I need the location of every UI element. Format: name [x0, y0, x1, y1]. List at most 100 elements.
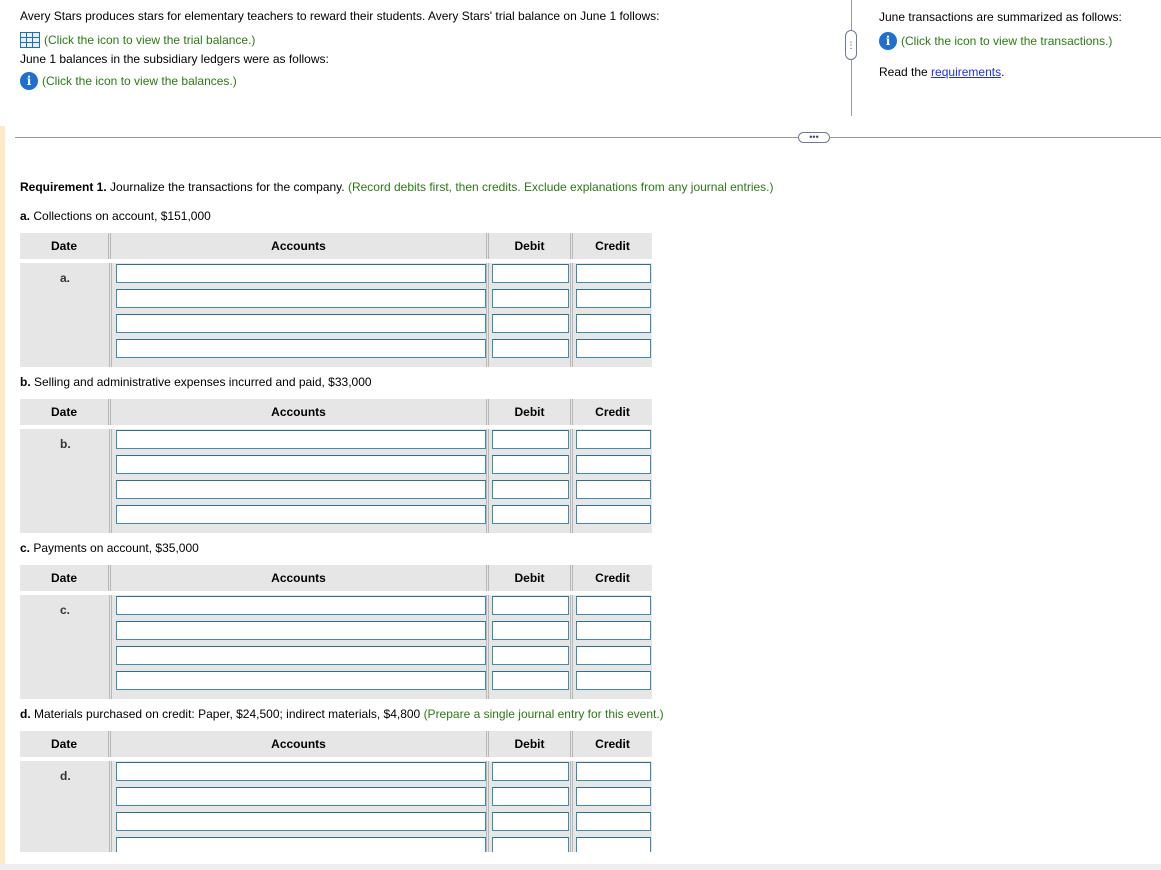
table-header: Date Accounts Debit Credit — [20, 731, 652, 757]
table-header: Date Accounts Debit Credit — [20, 399, 652, 425]
debit-input[interactable] — [492, 596, 569, 615]
debit-input[interactable] — [492, 621, 569, 640]
account-input[interactable] — [116, 430, 486, 449]
account-input[interactable] — [116, 339, 486, 358]
journal-table-b: Date Accounts Debit Credit b. — [20, 399, 652, 533]
table-body: c. — [20, 595, 652, 699]
date-header: Date — [20, 233, 111, 259]
info-icon[interactable]: i — [879, 32, 897, 50]
date-cell: a. — [60, 271, 71, 285]
credit-input[interactable] — [576, 314, 651, 333]
credit-input[interactable] — [576, 646, 651, 665]
account-input[interactable] — [116, 812, 486, 831]
intro-text-1: Avery Stars produces stars for elementar… — [20, 9, 660, 23]
credit-input[interactable] — [576, 455, 651, 474]
transaction-c-label: c. Payments on account, $35,000 — [20, 541, 199, 555]
table-body: d. — [20, 761, 652, 852]
account-input[interactable] — [116, 621, 486, 640]
date-cell: b. — [60, 437, 71, 451]
transaction-d-label: d. Materials purchased on credit: Paper,… — [20, 707, 664, 721]
table-body: b. — [20, 429, 652, 533]
account-input[interactable] — [116, 596, 486, 615]
credit-input[interactable] — [576, 671, 651, 690]
trial-balance-link[interactable]: (Click the icon to view the trial balanc… — [20, 30, 840, 50]
debit-input[interactable] — [492, 314, 569, 333]
debit-input[interactable] — [492, 339, 569, 358]
account-input[interactable] — [116, 646, 486, 665]
credit-input[interactable] — [576, 480, 651, 499]
credit-input[interactable] — [576, 762, 651, 781]
account-input[interactable] — [116, 455, 486, 474]
trial-balance-link-text[interactable]: (Click the icon to view the trial balanc… — [44, 34, 255, 46]
table-header: Date Accounts Debit Credit — [20, 565, 652, 591]
debit-input[interactable] — [492, 787, 569, 806]
debit-header: Debit — [489, 731, 573, 757]
credit-input[interactable] — [576, 430, 651, 449]
horizontal-resize-handle[interactable]: ••• — [798, 132, 830, 143]
credit-input[interactable] — [576, 787, 651, 806]
debit-header: Debit — [489, 399, 573, 425]
account-input[interactable] — [116, 289, 486, 308]
intro-text-2: June 1 balances in the subsidiary ledger… — [20, 52, 329, 66]
date-header: Date — [20, 565, 111, 591]
date-cell: c. — [60, 603, 71, 617]
debit-header: Debit — [489, 233, 573, 259]
account-input[interactable] — [116, 264, 486, 283]
credit-input[interactable] — [576, 837, 651, 852]
journal-table-d: Date Accounts Debit Credit d. — [20, 731, 652, 852]
debit-input[interactable] — [492, 762, 569, 781]
debit-input[interactable] — [492, 289, 569, 308]
account-input[interactable] — [116, 505, 486, 524]
account-input[interactable] — [116, 837, 486, 852]
vertical-resize-handle[interactable]: ⋮ — [845, 30, 857, 60]
balances-link-text[interactable]: (Click the icon to view the balances.) — [42, 75, 237, 87]
date-header: Date — [20, 399, 111, 425]
table-header: Date Accounts Debit Credit — [20, 233, 652, 259]
journal-table-c: Date Accounts Debit Credit c. — [20, 565, 652, 699]
credit-header: Credit — [595, 405, 630, 419]
credit-input[interactable] — [576, 264, 651, 283]
account-input[interactable] — [116, 671, 486, 690]
account-input[interactable] — [116, 480, 486, 499]
debit-input[interactable] — [492, 671, 569, 690]
transactions-link[interactable]: i (Click the icon to view the transactio… — [879, 30, 1159, 52]
credit-input[interactable] — [576, 621, 651, 640]
info-icon[interactable]: i — [20, 72, 38, 90]
accounts-header: Accounts — [111, 565, 489, 591]
credit-input[interactable] — [576, 339, 651, 358]
side-panel: June transactions are summarized as foll… — [879, 10, 1159, 79]
debit-input[interactable] — [492, 812, 569, 831]
debit-input[interactable] — [492, 837, 569, 852]
debit-input[interactable] — [492, 505, 569, 524]
transaction-a-label: a. Collections on account, $151,000 — [20, 209, 211, 223]
credit-input[interactable] — [576, 812, 651, 831]
credit-input[interactable] — [576, 505, 651, 524]
left-accent-bar — [0, 126, 5, 870]
account-input[interactable] — [116, 314, 486, 333]
balances-link[interactable]: i (Click the icon to view the balances.) — [20, 70, 840, 92]
debit-input[interactable] — [492, 646, 569, 665]
account-input[interactable] — [116, 787, 486, 806]
bottom-scroll-area — [0, 864, 1161, 870]
accounts-header: Accounts — [111, 399, 489, 425]
credit-header: Credit — [595, 239, 630, 253]
transactions-link-text[interactable]: (Click the icon to view the transactions… — [901, 34, 1112, 48]
account-input[interactable] — [116, 762, 486, 781]
credit-header: Credit — [595, 571, 630, 585]
problem-intro: Avery Stars produces stars for elementar… — [20, 10, 840, 92]
credit-input[interactable] — [576, 596, 651, 615]
debit-input[interactable] — [492, 264, 569, 283]
side-text-1: June transactions are summarized as foll… — [879, 10, 1122, 24]
transaction-b-label: b. Selling and administrative expenses i… — [20, 375, 372, 389]
debit-header: Debit — [489, 565, 573, 591]
table-grid-icon[interactable] — [20, 32, 40, 48]
accounts-header: Accounts — [111, 731, 489, 757]
requirements-link[interactable]: requirements — [931, 65, 1001, 79]
debit-input[interactable] — [492, 430, 569, 449]
credit-input[interactable] — [576, 289, 651, 308]
requirement-1: Requirement 1. Journalize the transactio… — [20, 180, 774, 194]
debit-input[interactable] — [492, 455, 569, 474]
journal-table-a: Date Accounts Debit Credit a. — [20, 233, 652, 367]
debit-input[interactable] — [492, 480, 569, 499]
date-header: Date — [20, 731, 111, 757]
